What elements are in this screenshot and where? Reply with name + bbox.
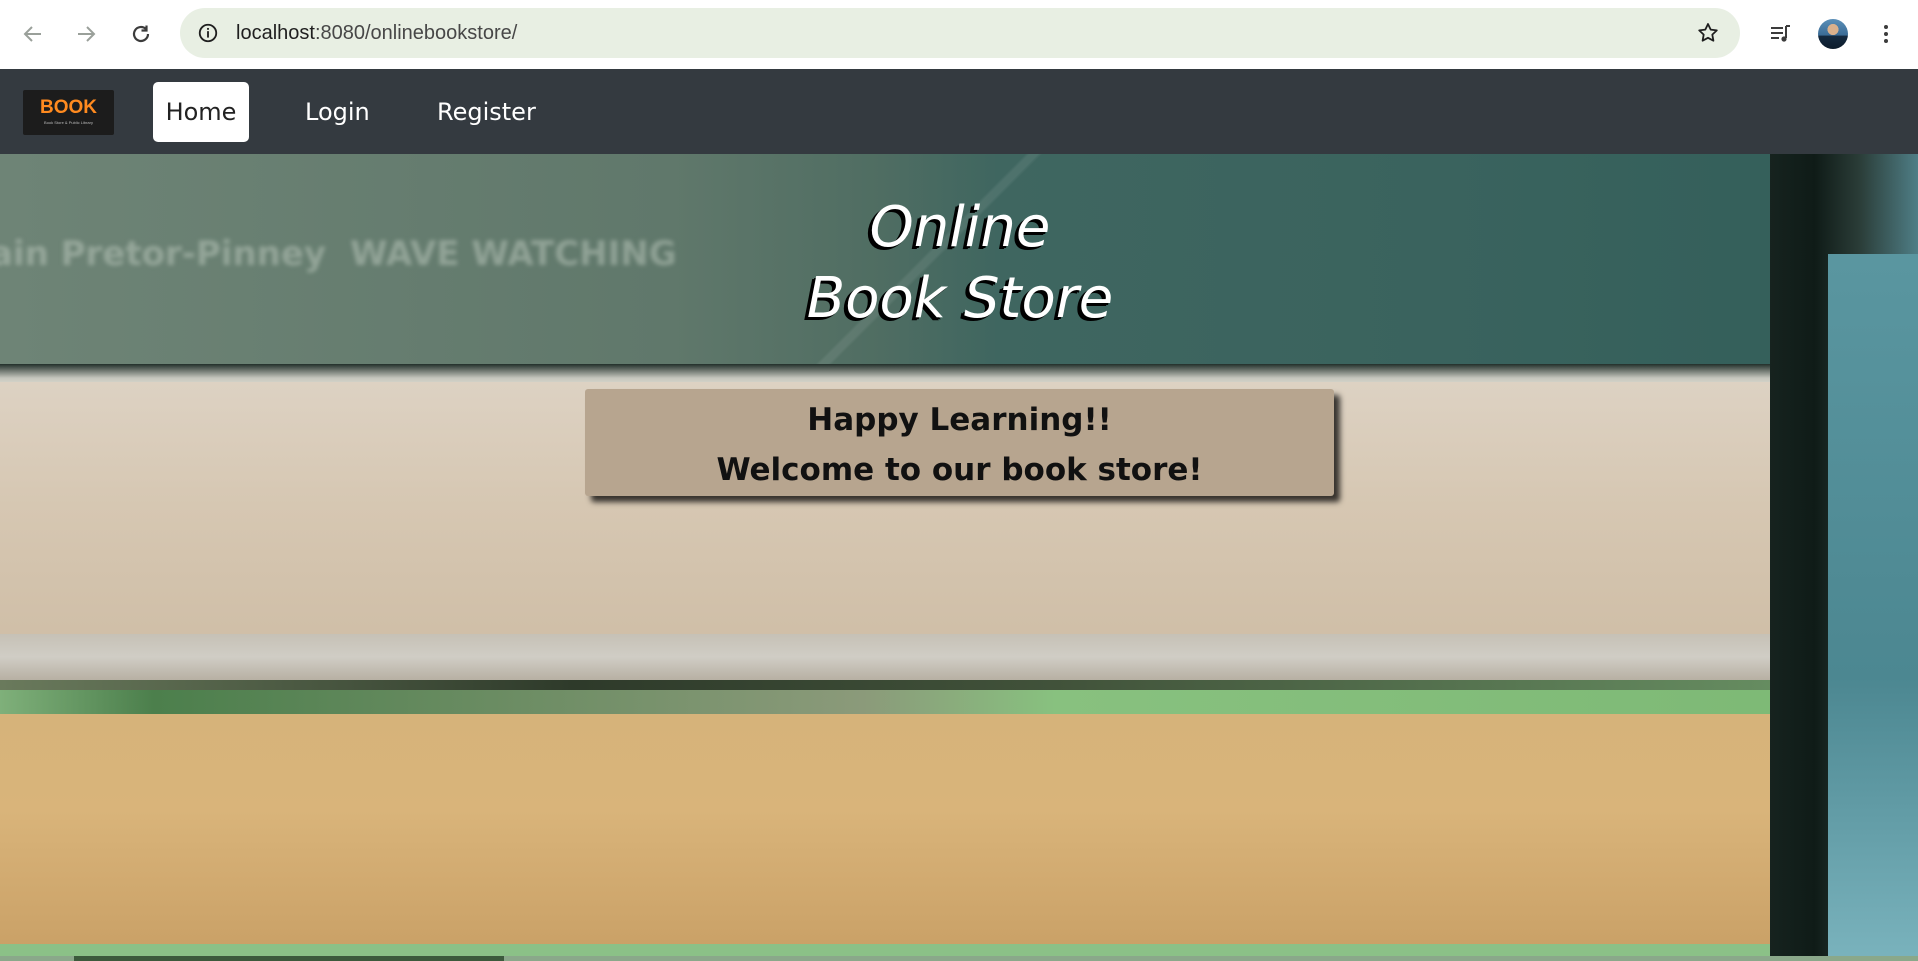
arrow-left-icon — [23, 26, 41, 42]
hero-bg-author-text: ain Pretor-Pinney — [0, 234, 327, 274]
reload-button[interactable] — [121, 14, 161, 54]
welcome-line-2: Welcome to our book store! — [716, 452, 1203, 488]
hero-bg-right-teal — [1828, 254, 1918, 961]
reload-icon — [132, 25, 150, 43]
browser-menu-button[interactable] — [1866, 14, 1906, 54]
url-text[interactable]: localhost:8080/onlinebookstore/ — [236, 8, 517, 58]
url-path: :8080/onlinebookstore/ — [314, 22, 518, 44]
welcome-line-1: Happy Learning!! — [807, 402, 1112, 438]
hero-section: ain Pretor-Pinney WAVE WATCHING Online B… — [0, 154, 1918, 961]
logo-wordmark: BOOK — [40, 97, 97, 118]
forward-button[interactable] — [66, 14, 106, 54]
scrollbar-thumb[interactable] — [74, 956, 504, 961]
welcome-card: Happy Learning!! Welcome to our book sto… — [585, 389, 1334, 496]
site-info-button[interactable] — [190, 15, 226, 51]
browser-toolbar: localhost:8080/onlinebookstore/ — [0, 0, 1918, 69]
media-button[interactable] — [1760, 14, 1800, 54]
logo[interactable]: BOOK Book Store & Public Library — [23, 90, 114, 135]
hero-bg-cover-edge — [0, 364, 1918, 384]
star-icon — [1698, 23, 1718, 42]
back-button[interactable] — [13, 14, 53, 54]
nav-home-link[interactable]: Home — [153, 82, 249, 142]
site-navbar: BOOK Book Store & Public Library Home Lo… — [0, 69, 1918, 154]
arrow-right-icon — [78, 26, 96, 42]
url-host: localhost — [236, 22, 315, 44]
bookmark-button[interactable] — [1690, 15, 1726, 51]
hero-title: Online Book Store — [640, 192, 1280, 334]
hero-bg-cover-grey — [0, 634, 1918, 680]
nav-register-link[interactable]: Register — [425, 82, 548, 142]
hero-bg-pages-tan — [0, 714, 1918, 954]
kebab-menu-icon — [1884, 25, 1888, 43]
logo-tagline: Book Store & Public Library — [44, 120, 93, 125]
hero-title-line1: Online — [869, 195, 1051, 260]
media-queue-icon — [1771, 25, 1790, 42]
avatar[interactable] — [1818, 19, 1848, 49]
hero-title-line2: Book Store — [806, 266, 1114, 331]
nav-login-link[interactable]: Login — [293, 82, 382, 142]
info-icon — [198, 23, 218, 43]
address-bar[interactable]: localhost:8080/onlinebookstore/ — [180, 8, 1740, 58]
horizontal-scrollbar[interactable] — [0, 956, 1918, 961]
hero-bg-title-text: WAVE WATCHING — [350, 234, 677, 274]
